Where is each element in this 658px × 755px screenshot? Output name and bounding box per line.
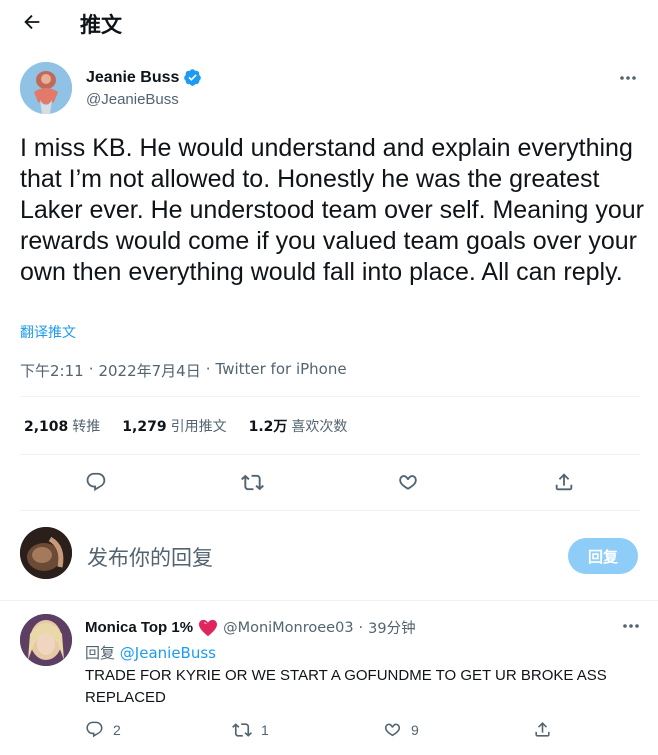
share-icon bbox=[555, 473, 573, 491]
reply-author-avatar[interactable] bbox=[20, 614, 72, 666]
reply-input[interactable]: 发布你的回复 bbox=[87, 542, 213, 572]
reply-button[interactable] bbox=[78, 464, 114, 500]
meta-separator: · bbox=[88, 360, 94, 378]
verified-badge-icon bbox=[184, 69, 202, 86]
tweet-text: I miss KB. He would understand and expla… bbox=[20, 134, 644, 286]
avatar-image bbox=[20, 62, 72, 114]
retweet-button[interactable] bbox=[234, 464, 270, 500]
reply-more-options-button[interactable] bbox=[622, 616, 640, 634]
meta-separator: · bbox=[205, 360, 211, 378]
author-name-text: Jeanie Buss bbox=[86, 68, 180, 86]
comment-icon bbox=[86, 721, 103, 738]
back-button[interactable] bbox=[16, 6, 48, 38]
arrow-left-icon bbox=[24, 14, 40, 30]
top-bar: 推文 bbox=[0, 0, 658, 46]
avatar-image bbox=[20, 527, 72, 579]
meta-separator: · bbox=[358, 619, 364, 636]
submit-reply-button[interactable]: 回复 bbox=[568, 538, 638, 574]
reply-text: TRADE FOR KYRIE OR WE START A GOFUNDME T… bbox=[85, 667, 607, 706]
divider bbox=[0, 600, 658, 601]
divider bbox=[20, 510, 640, 511]
more-dots-icon bbox=[620, 76, 636, 80]
author-name[interactable]: Jeanie Buss bbox=[86, 68, 202, 87]
reply-time[interactable]: 39分钟 bbox=[368, 617, 415, 638]
tweet-stats: 2,108 转推 1,279 引用推文 1.2万 喜欢次数 bbox=[24, 416, 347, 436]
tweet-metadata: 下午2:11 · 2022年7月4日 · Twitter for iPhone bbox=[20, 360, 347, 381]
reply-reply-button[interactable]: 2 bbox=[85, 720, 121, 739]
tweet-source[interactable]: Twitter for iPhone bbox=[216, 360, 347, 381]
divider bbox=[20, 454, 640, 455]
tweet-actions bbox=[20, 464, 640, 500]
tweet-time[interactable]: 下午2:11 bbox=[20, 360, 84, 381]
heart-icon bbox=[399, 475, 417, 490]
more-dots-icon bbox=[623, 624, 639, 628]
like-count[interactable]: 1.2万 喜欢次数 bbox=[249, 416, 348, 436]
replying-to-label: 回复 bbox=[85, 644, 116, 662]
reply-composer: 发布你的回复 回复 bbox=[20, 527, 640, 583]
heart-emoji-icon bbox=[199, 619, 218, 636]
reply-author-name[interactable]: Monica Top 1% bbox=[85, 619, 193, 636]
reply-header: Monica Top 1% @MoniMonroee03 · 39分钟 bbox=[85, 617, 416, 638]
heart-icon bbox=[384, 723, 401, 737]
more-options-button[interactable] bbox=[616, 66, 640, 90]
comment-icon bbox=[86, 472, 106, 492]
replying-to-mention[interactable]: @JeanieBuss bbox=[120, 644, 216, 662]
author-handle[interactable]: @JeanieBuss bbox=[86, 91, 179, 108]
share-icon bbox=[535, 722, 550, 737]
reply-count: 2 bbox=[113, 721, 121, 738]
reply-author-handle[interactable]: @MoniMonroee03 bbox=[223, 620, 353, 636]
like-count: 9 bbox=[411, 721, 419, 738]
reply-share-button[interactable] bbox=[533, 720, 552, 739]
current-user-avatar[interactable] bbox=[20, 527, 72, 579]
author-avatar[interactable] bbox=[20, 62, 72, 114]
like-button[interactable] bbox=[390, 464, 426, 500]
tweet-date[interactable]: 2022年7月4日 bbox=[98, 360, 200, 381]
page-title: 推文 bbox=[80, 13, 122, 37]
tweet-author: Jeanie Buss @JeanieBuss bbox=[20, 62, 640, 118]
retweet-count[interactable]: 2,108 转推 bbox=[24, 416, 100, 436]
retweet-icon bbox=[240, 474, 264, 490]
translate-tweet-link[interactable]: 翻译推文 bbox=[20, 322, 76, 342]
share-button[interactable] bbox=[546, 464, 582, 500]
avatar-image bbox=[20, 614, 72, 666]
reply-retweet-button[interactable]: 1 bbox=[232, 720, 269, 740]
divider bbox=[20, 396, 640, 397]
retweet-icon bbox=[232, 723, 252, 737]
reply-tweet[interactable]: Monica Top 1% @MoniMonroee03 · 39分钟 回复 @… bbox=[20, 612, 640, 752]
reply-actions: 2 1 9 bbox=[85, 720, 640, 744]
reply-like-button[interactable]: 9 bbox=[383, 720, 419, 739]
replying-to: 回复 @JeanieBuss bbox=[85, 642, 216, 663]
quote-count[interactable]: 1,279 引用推文 bbox=[122, 416, 226, 436]
retweet-count: 1 bbox=[261, 722, 269, 738]
